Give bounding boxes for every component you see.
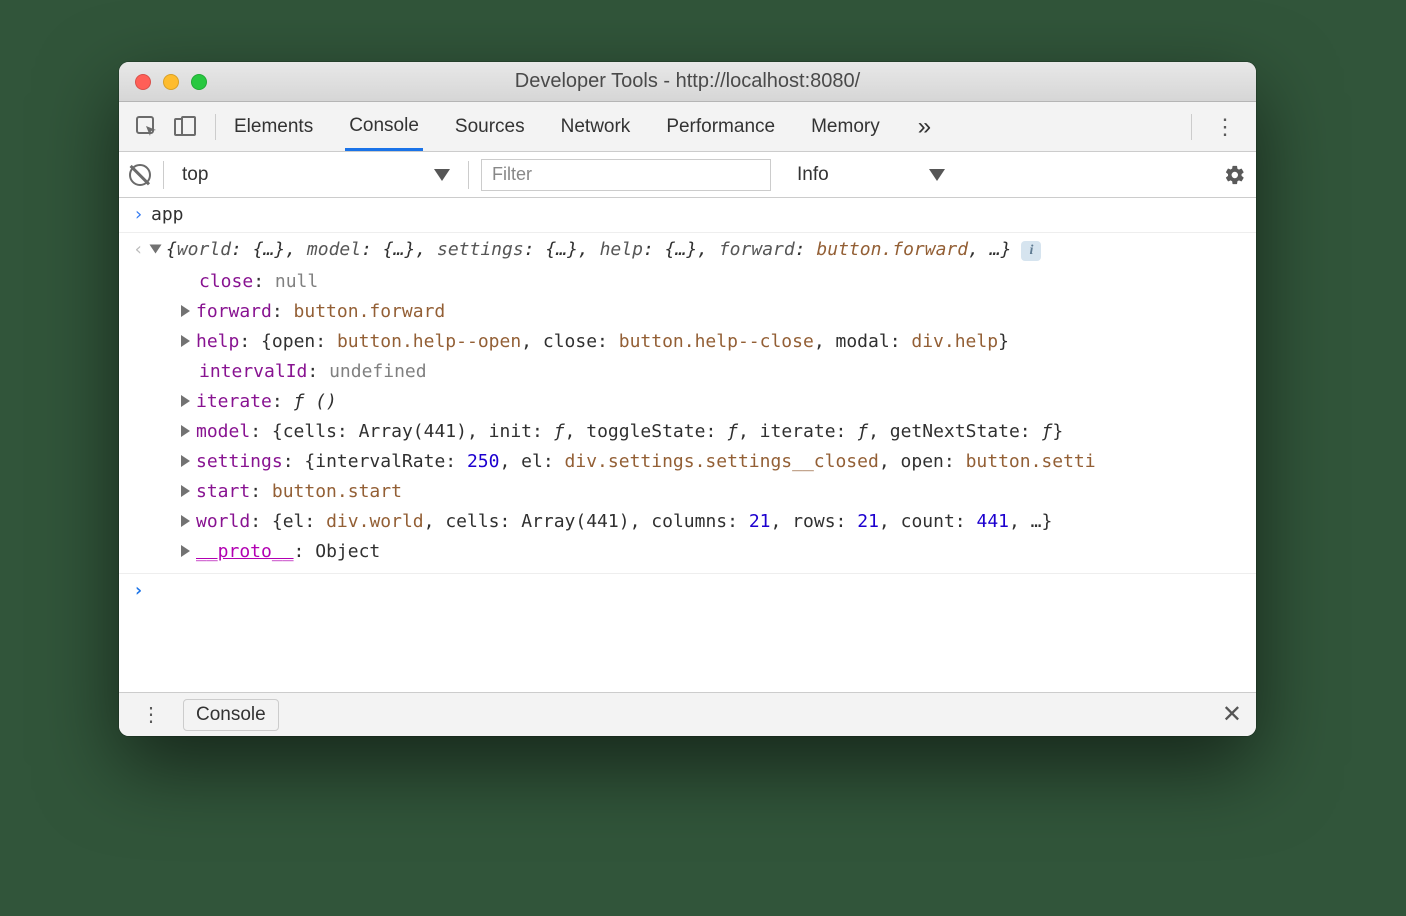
titlebar[interactable]: Developer Tools - http://localhost:8080/ xyxy=(119,62,1256,102)
prop-forward[interactable]: forward: button.forward xyxy=(161,297,1256,327)
devtools-tabbar: Elements Console Sources Network Perform… xyxy=(119,102,1256,152)
object-summary[interactable]: {world: {…}, model: {…}, settings: {…}, … xyxy=(166,239,1011,260)
window-close-button[interactable] xyxy=(135,74,151,90)
drawer-menu-button[interactable]: ⋮ xyxy=(133,702,169,727)
prompt-in-icon: › xyxy=(133,200,151,230)
info-badge-icon[interactable]: i xyxy=(1021,241,1041,261)
chevron-down-icon xyxy=(929,169,945,181)
prop-iterate[interactable]: iterate: ƒ () xyxy=(161,387,1256,417)
window-minimize-button[interactable] xyxy=(163,74,179,90)
inspect-element-icon[interactable] xyxy=(131,111,163,143)
prompt-out-icon: ‹ xyxy=(133,235,151,265)
prop-close[interactable]: close: null xyxy=(161,267,1256,297)
prop-help[interactable]: help: {open: button.help--open, close: b… xyxy=(161,327,1256,357)
tab-elements[interactable]: Elements xyxy=(230,104,317,149)
disclosure-triangle-icon[interactable] xyxy=(181,305,190,317)
drawer-statusbar: ⋮ Console ✕ xyxy=(119,692,1256,736)
log-level-label: Info xyxy=(797,164,829,186)
tab-sources[interactable]: Sources xyxy=(451,104,529,149)
execution-context-label: top xyxy=(182,164,208,186)
prop-proto[interactable]: __proto__: Object xyxy=(161,537,1256,567)
devtools-window: Developer Tools - http://localhost:8080/… xyxy=(119,62,1256,736)
divider xyxy=(468,161,469,189)
prop-settings[interactable]: settings: {intervalRate: 250, el: div.se… xyxy=(161,447,1256,477)
disclosure-triangle-icon[interactable] xyxy=(181,335,190,347)
tab-console[interactable]: Console xyxy=(345,103,423,151)
panel-tabs: Elements Console Sources Network Perform… xyxy=(230,103,937,151)
prop-model[interactable]: model: {cells: Array(441), init: ƒ, togg… xyxy=(161,417,1256,447)
window-zoom-button[interactable] xyxy=(191,74,207,90)
tab-performance[interactable]: Performance xyxy=(662,104,779,149)
tabs-overflow-button[interactable]: » xyxy=(912,113,937,141)
disclosure-triangle-icon[interactable] xyxy=(181,455,190,467)
prop-start[interactable]: start: button.start xyxy=(161,477,1256,507)
console-return-row[interactable]: ‹ {world: {…}, model: {…}, settings: {…},… xyxy=(119,233,1256,267)
drawer-close-button[interactable]: ✕ xyxy=(1222,700,1242,729)
drawer-tab-console[interactable]: Console xyxy=(183,699,279,731)
prompt-in-icon: › xyxy=(133,576,151,606)
prop-intervalid[interactable]: intervalId: undefined xyxy=(161,357,1256,387)
traffic-lights xyxy=(119,74,207,90)
execution-context-select[interactable]: top xyxy=(176,164,456,186)
disclosure-triangle-icon[interactable] xyxy=(150,245,162,254)
window-title: Developer Tools - http://localhost:8080/ xyxy=(119,70,1256,93)
disclosure-triangle-icon[interactable] xyxy=(181,425,190,437)
console-input-text: app xyxy=(151,204,184,225)
console-settings-icon[interactable] xyxy=(1224,164,1246,186)
log-level-select[interactable]: Info xyxy=(783,164,953,186)
disclosure-triangle-icon[interactable] xyxy=(181,395,190,407)
console-output[interactable]: ›app ‹{world: {…}, model: {…}, settings:… xyxy=(119,198,1256,692)
device-toolbar-icon[interactable] xyxy=(169,111,201,143)
console-filter-input[interactable] xyxy=(481,159,771,191)
disclosure-triangle-icon[interactable] xyxy=(181,545,190,557)
divider xyxy=(1191,114,1192,140)
object-tree: close: null forward: button.forward help… xyxy=(119,267,1256,567)
clear-console-icon[interactable] xyxy=(129,164,151,186)
divider xyxy=(215,114,216,140)
divider xyxy=(163,161,164,189)
tab-network[interactable]: Network xyxy=(557,104,635,149)
console-input-row[interactable]: ›app xyxy=(119,198,1256,233)
disclosure-triangle-icon[interactable] xyxy=(181,485,190,497)
console-filterbar: top Info xyxy=(119,152,1256,198)
console-prompt-row[interactable]: › xyxy=(119,573,1256,608)
tab-memory[interactable]: Memory xyxy=(807,104,884,149)
disclosure-triangle-icon[interactable] xyxy=(181,515,190,527)
chevron-down-icon xyxy=(434,169,450,181)
prop-world[interactable]: world: {el: div.world, cells: Array(441)… xyxy=(161,507,1256,537)
devtools-menu-button[interactable]: ⋮ xyxy=(1206,114,1244,140)
